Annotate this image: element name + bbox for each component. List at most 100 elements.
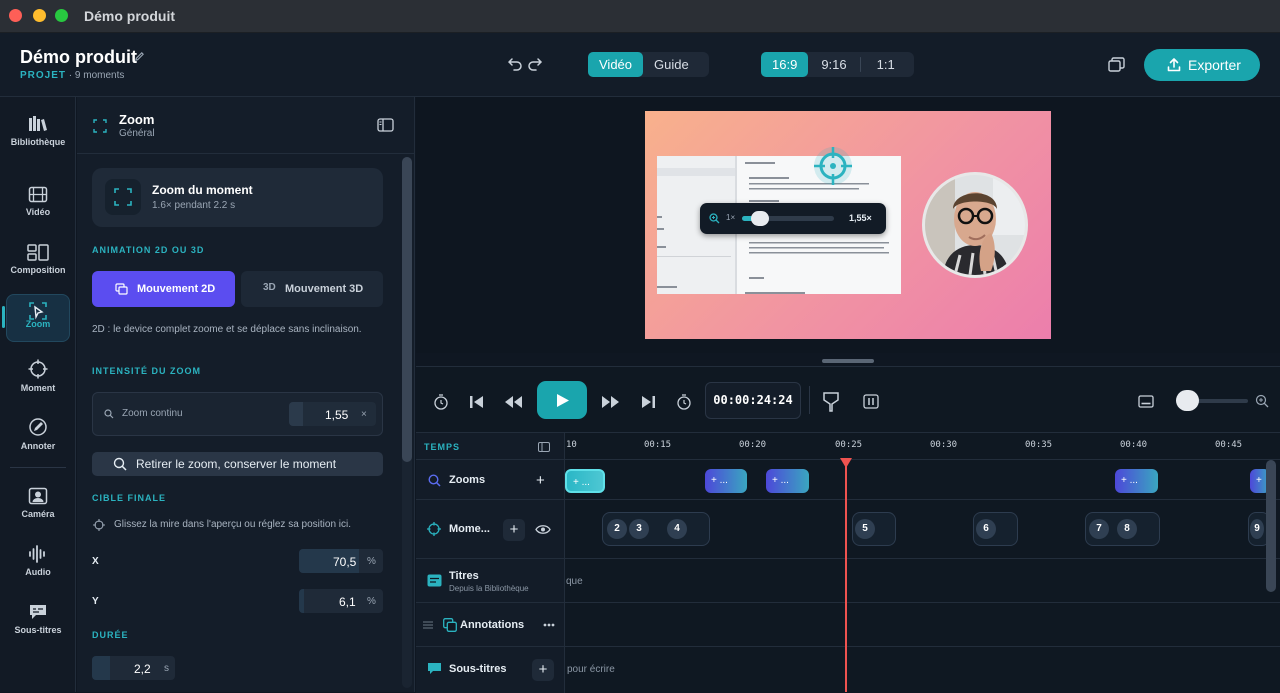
timeline-zoom-knob[interactable] (1176, 390, 1199, 411)
y-value: 6,1 (339, 595, 356, 609)
moment-badge[interactable]: 4 (667, 519, 687, 539)
minimize-window-button[interactable] (33, 9, 46, 22)
nav-bibliotheque[interactable]: Bibliothèque (6, 115, 70, 147)
y-unit: % (367, 596, 376, 607)
nav-moment[interactable]: Moment (6, 359, 70, 393)
zoom-moment-card[interactable]: Zoom du moment 1.6× pendant 2.2 s (92, 168, 383, 227)
zoom-clip[interactable]: + ... (705, 469, 747, 493)
zoom-intensity-input[interactable]: 1,55 × (289, 402, 376, 426)
preview-zoom-track[interactable] (742, 211, 834, 226)
fast-forward-icon[interactable] (600, 395, 620, 409)
play-icon (557, 394, 569, 407)
nav-composition[interactable]: Composition (6, 244, 70, 275)
previous-moment-icon[interactable] (469, 395, 485, 409)
ratio-9-16[interactable]: 9:16 (808, 52, 859, 77)
x-position-input[interactable]: 70,5 % (299, 549, 383, 573)
add-subtitle-button[interactable]: + (532, 659, 554, 681)
mouvement-2d-button[interactable]: Mouvement 2D (92, 271, 235, 307)
duration-input[interactable]: 2,2 s (92, 656, 175, 680)
zoom-clip[interactable]: + ... (1115, 469, 1158, 493)
nav-label: Bibliothèque (10, 137, 66, 147)
tab-video[interactable]: Vidéo (588, 52, 644, 77)
section-target: CIBLE FINALE (92, 493, 166, 503)
nav-active-indicator (2, 306, 5, 328)
left-navigation: Bibliothèque Vidéo Composition Zoom Mome… (0, 97, 76, 692)
next-moment-icon[interactable] (640, 395, 656, 409)
nav-zoom[interactable]: Zoom (6, 294, 70, 342)
playhead[interactable] (845, 458, 847, 692)
timecode-display: 00:00:24:24 (705, 382, 801, 419)
moment-badge[interactable]: 5 (855, 519, 875, 539)
close-window-button[interactable] (9, 9, 22, 22)
ratio-switch: 16:9 9:16 1:1 (761, 52, 914, 77)
playhead-handle[interactable] (840, 458, 852, 468)
y-label: Y (92, 596, 99, 607)
mode-description: 2D : le device complet zoome et se dépla… (92, 324, 362, 335)
add-zoom-button[interactable]: + (536, 472, 545, 489)
nav-label: Annoter (20, 441, 56, 451)
eye-icon[interactable] (535, 524, 551, 535)
nav-video[interactable]: Vidéo (6, 186, 70, 217)
timeline-scrollbar[interactable] (1266, 460, 1276, 592)
y-position-input[interactable]: 6,1 % (299, 589, 383, 613)
drag-handle-icon[interactable] (423, 621, 433, 629)
rewind-icon[interactable] (504, 395, 524, 409)
forward-timer-icon[interactable] (676, 394, 692, 410)
preview-zoom-knob[interactable] (751, 211, 769, 226)
edit-pencil-icon[interactable] (134, 51, 145, 62)
resize-handle[interactable] (822, 359, 874, 363)
moment-badge[interactable]: 3 (629, 519, 649, 539)
panel-scroll-thumb[interactable] (402, 157, 412, 462)
tab-guide[interactable]: Guide (643, 52, 700, 77)
ratio-1-1[interactable]: 1:1 (861, 52, 911, 77)
zoom-clip[interactable]: + ... (766, 469, 809, 493)
marker-pin-icon[interactable] (821, 391, 841, 413)
rewind-timer-icon[interactable] (433, 394, 449, 410)
zoom-frame-icon (93, 119, 107, 133)
more-options-icon[interactable] (543, 623, 555, 627)
project-title[interactable]: Démo produit (20, 47, 137, 68)
x-label: X (92, 556, 99, 567)
mouvement-3d-button[interactable]: 3D Mouvement 3D (241, 271, 383, 307)
undo-icon[interactable] (507, 56, 523, 72)
moment-badge[interactable]: 9 (1250, 519, 1264, 539)
moment-badge[interactable]: 6 (976, 519, 996, 539)
subtitles-placeholder: pour écrire (567, 664, 615, 675)
nav-label: Zoom (25, 319, 51, 329)
track-name: Annotations (460, 619, 525, 631)
zoom-clip-selected[interactable]: + ... (565, 469, 605, 493)
export-label: Exporter (1188, 57, 1241, 73)
collapse-tracks-icon[interactable] (538, 442, 550, 452)
camera-bubble[interactable] (922, 172, 1028, 278)
ratio-16-9[interactable]: 16:9 (761, 52, 809, 77)
panel-scrollbar[interactable] (402, 157, 412, 688)
clear-zoom-icon[interactable]: × (361, 409, 367, 420)
maximize-window-button[interactable] (55, 9, 68, 22)
play-button[interactable] (537, 381, 587, 419)
remove-zoom-keep-moment-button[interactable]: Retirer le zoom, conserver le moment (92, 452, 383, 476)
toggle-sidebar-icon[interactable] (377, 118, 394, 132)
nav-audio[interactable]: Audio (6, 545, 70, 577)
zoom-in-icon[interactable] (1255, 394, 1269, 408)
caption-view-icon[interactable] (1138, 395, 1154, 408)
card-title: Zoom du moment (152, 183, 253, 197)
redo-icon[interactable] (527, 56, 543, 72)
moment-badge[interactable]: 2 (607, 519, 627, 539)
nav-annoter[interactable]: Annoter (6, 417, 70, 451)
duplicate-window-icon[interactable] (1108, 57, 1125, 72)
moment-badge[interactable]: 7 (1089, 519, 1109, 539)
nav-label: Composition (10, 265, 66, 275)
export-button[interactable]: Exporter (1144, 49, 1260, 81)
nav-camera[interactable]: Caméra (6, 487, 70, 519)
window-titlebar: Démo produit (0, 0, 1280, 33)
split-icon[interactable] (863, 394, 879, 409)
nav-label: Vidéo (25, 207, 51, 217)
nav-sous-titres[interactable]: Sous-titres (6, 603, 70, 635)
moment-badge[interactable]: 8 (1117, 519, 1137, 539)
add-moment-button[interactable]: + (503, 519, 525, 541)
transport-divider (809, 386, 810, 414)
project-tag: PROJET (20, 70, 67, 81)
zoom-frame-icon (29, 302, 47, 320)
target-crosshair-icon[interactable] (811, 144, 855, 188)
video-canvas[interactable]: 1× 1,55× (645, 111, 1051, 339)
